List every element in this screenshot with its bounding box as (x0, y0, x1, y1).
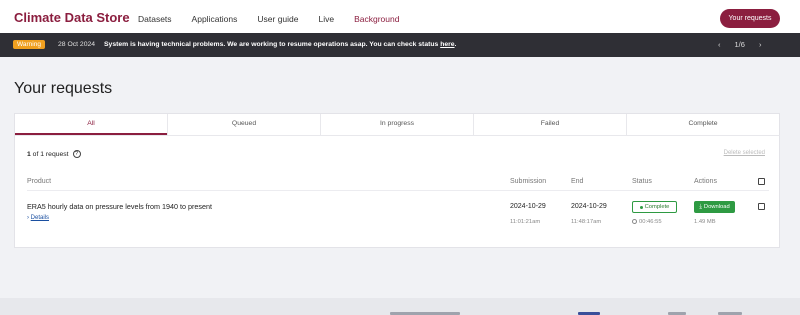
nav-user-guide[interactable]: User guide (257, 14, 298, 24)
header-divider (27, 190, 769, 191)
chevron-right-icon: › (27, 215, 29, 221)
clock-icon (632, 219, 637, 224)
download-button[interactable]: ⤓ Download (694, 201, 735, 213)
column-status: Status (632, 178, 652, 185)
banner-page-indicator: 1/6 (734, 40, 745, 49)
nav-live[interactable]: Live (319, 14, 335, 24)
warning-badge: Warning (13, 40, 45, 49)
end-time: 11:48:17am (571, 219, 602, 225)
column-end: End (571, 178, 584, 185)
main-nav: Datasets Applications User guide Live Ba… (138, 14, 419, 24)
banner-message-text: System is having technical problems. We … (104, 41, 441, 48)
details-toggle[interactable]: › Details (27, 215, 49, 221)
tab-failed[interactable]: Failed (473, 114, 626, 135)
help-icon[interactable]: ? (72, 150, 81, 158)
top-navigation: Climate Data Store Datasets Applications… (0, 0, 800, 36)
request-count-rest: of 1 request (30, 150, 69, 158)
download-label: Download (703, 204, 730, 210)
product-name: ERA5 hourly data on pressure levels from… (27, 202, 212, 211)
nav-applications[interactable]: Applications (192, 14, 238, 24)
delete-selected-link[interactable]: Delete selected (724, 150, 765, 156)
page-title: Your requests (14, 80, 113, 97)
banner-message: System is having technical problems. We … (104, 41, 456, 48)
banner-pager: ‹ 1/6 › (718, 40, 761, 49)
status-dot-icon (639, 205, 643, 209)
duration: 00:46:55 (632, 219, 662, 225)
warning-banner: Warning 28 Oct 2024 System is having tec… (0, 33, 800, 57)
duration-value: 00:46:55 (639, 219, 662, 226)
chevron-left-icon[interactable]: ‹ (718, 40, 721, 49)
details-link[interactable]: Details (31, 215, 49, 221)
footer (0, 298, 800, 315)
row-checkbox[interactable] (758, 203, 765, 210)
request-tabs: All Queued In progress Failed Complete (14, 113, 780, 135)
download-icon: ⤓ (699, 203, 702, 210)
tab-in-progress[interactable]: In progress (320, 114, 473, 135)
select-all-checkbox[interactable] (758, 178, 765, 185)
requests-panel: 1 of 1 request? Delete selected Product … (14, 135, 780, 248)
banner-date: 28 Oct 2024 (58, 41, 96, 48)
chevron-right-icon[interactable]: › (759, 40, 762, 49)
tab-queued[interactable]: Queued (167, 114, 320, 135)
tab-all[interactable]: All (15, 114, 167, 135)
request-count: 1 of 1 request? (27, 150, 81, 158)
banner-message-suffix: . (454, 41, 457, 48)
file-size: 1.49 MB (694, 219, 716, 225)
status-label: Complete (644, 204, 670, 210)
your-requests-button[interactable]: Your requests (720, 9, 780, 28)
submission-time: 11:01:21am (510, 219, 541, 225)
brand-logo[interactable]: Climate Data Store (14, 10, 130, 25)
column-submission: Submission (510, 178, 547, 185)
end-date: 2024-10-29 (571, 203, 607, 210)
column-actions: Actions (694, 178, 717, 185)
tab-complete[interactable]: Complete (626, 114, 779, 135)
banner-status-link[interactable]: here (440, 41, 454, 48)
submission-date: 2024-10-29 (510, 203, 546, 210)
status-badge: Complete (632, 201, 677, 213)
column-product: Product (27, 178, 52, 185)
nav-background[interactable]: Background (354, 14, 399, 24)
nav-datasets[interactable]: Datasets (138, 14, 172, 24)
